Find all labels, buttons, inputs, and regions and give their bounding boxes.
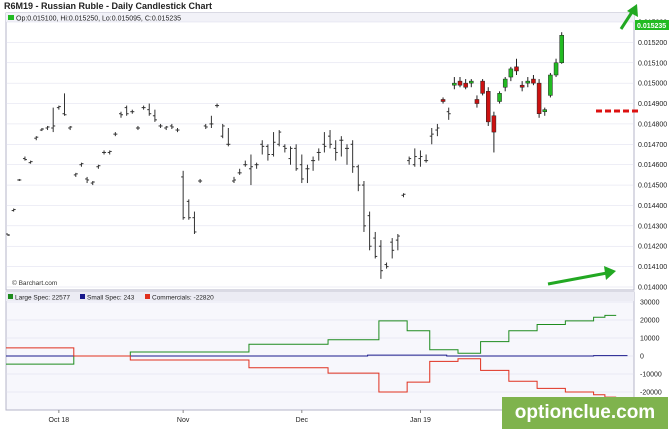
price-tick-label: 0.014500 [638,183,667,190]
x-axis-label: Nov [177,417,190,424]
optionclue-watermark: optionclue.com [502,397,668,429]
price-tick-label: 0.015000 [638,81,667,88]
cot-tick-label: -20000 [640,390,662,397]
candle-body-up [542,109,547,112]
price-tick-label: 0.014000 [638,285,667,292]
cot-legend-swatch [8,294,13,299]
ohlc-legend-swatch [8,15,14,20]
price-tick-label: 0.014600 [638,162,667,169]
watermark-text: optionclue.com [514,402,656,423]
candle-body-down [531,78,536,84]
cot-legend-swatch [145,294,150,299]
cot-panel-background [5,291,635,411]
price-tick-label: 0.014300 [638,223,667,230]
candle-body-down [463,82,468,88]
candle-body-up [469,80,474,84]
x-axis-label: Dec [296,417,309,424]
candle-body-down [514,66,519,72]
cot-legend-label: Small Spec: 243 [87,295,135,302]
price-tick-label: 0.014100 [638,264,667,271]
candle-body-up [508,68,514,78]
candle-body-up [548,74,553,96]
copyright-label: © Barchart.com [12,279,57,287]
price-tick-label: 0.015200 [638,40,667,47]
price-tick-label: 0.014200 [638,244,667,251]
candle-body-up [553,62,559,76]
candle-body-down [457,80,463,86]
cot-legend-label: Large Spec: 22577 [15,295,70,302]
candle-body-down [480,80,485,94]
chart-canvas: Op:0.015100, Hi:0.015250, Lo:0.015095, C… [5,4,669,424]
candle-body-up [559,35,564,64]
candle-body-up [452,82,457,86]
cot-legend-label: Commercials: -22820 [152,295,214,302]
last-price-tag-text: 0.015235 [637,23,666,30]
candle-body-down [519,84,525,88]
candle-body-down [440,99,446,102]
price-panel-background [5,12,635,291]
candle-body-down [474,99,480,104]
cot-tick-label: 0 [640,354,644,361]
price-tick-label: 0.015100 [638,60,667,67]
candle-body-up [497,93,502,102]
cot-legend-swatch [80,294,85,299]
cot-tick-label: 20000 [640,318,660,325]
price-tick-label: 0.014800 [638,121,667,128]
price-tick-label: 0.014900 [638,101,667,108]
price-tick-label: 0.014700 [638,142,667,149]
candle-body-up [525,80,531,84]
candle-body-down [491,115,497,133]
cot-tick-label: 30000 [640,300,660,307]
candle-body-down [486,91,491,123]
x-axis-label: Oct 18 [49,417,70,424]
cot-tick-label: 10000 [640,336,660,343]
candle-body-up [502,78,508,88]
ohlc-readout: Op:0.015100, Hi:0.015250, Lo:0.015095, C… [16,16,181,23]
candle-body-down [536,82,542,114]
price-tick-label: 0.014400 [638,203,667,210]
cot-tick-label: -10000 [640,372,662,379]
x-axis-label: Jan 19 [410,417,431,424]
